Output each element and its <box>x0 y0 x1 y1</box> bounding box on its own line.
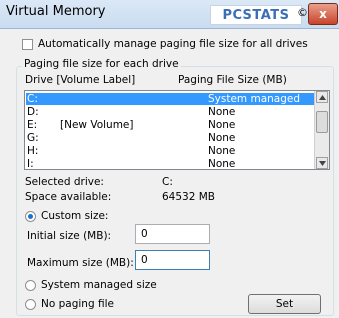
drive-letter: I: <box>27 158 34 170</box>
title-bar: Virtual Memory PC STATS © x <box>0 0 339 29</box>
pcstats-logo: PC STATS <box>210 5 302 25</box>
initial-size-input[interactable] <box>135 224 210 244</box>
no-paging-option[interactable]: No paging file <box>25 298 114 310</box>
drive-letter: E: <box>27 119 38 131</box>
custom-size-label: Custom size: <box>41 210 109 222</box>
header-paging-size: Paging File Size (MB) <box>178 74 287 86</box>
system-managed-label: System managed size <box>41 279 157 291</box>
initial-size-label: Initial size (MB): <box>27 230 112 242</box>
drive-row[interactable]: I: None <box>26 158 316 170</box>
maximum-size-label: Maximum size (MB): <box>27 257 134 269</box>
drive-row[interactable]: E: [New Volume] None <box>26 119 316 131</box>
scroll-thumb[interactable] <box>316 111 328 133</box>
logo-part-pc: PC <box>222 7 243 23</box>
space-available-label: Space available: <box>25 191 112 203</box>
drive-letter: H: <box>27 145 39 157</box>
auto-manage-label: Automatically manage paging file size fo… <box>38 38 308 50</box>
drive-paging-size: None <box>208 132 236 144</box>
system-managed-radio[interactable] <box>25 279 36 291</box>
chevron-down-icon <box>318 160 326 166</box>
drive-letter: G: <box>27 132 39 144</box>
no-paging-label: No paging file <box>41 298 114 310</box>
drive-row[interactable]: H: None <box>26 145 316 157</box>
no-paging-radio[interactable] <box>25 298 36 310</box>
header-drive: Drive [Volume Label] <box>25 74 136 86</box>
drive-row[interactable]: C: System managed <box>26 93 316 105</box>
group-legend: Paging file size for each drive <box>22 58 181 70</box>
close-icon: x <box>319 7 327 21</box>
drive-row[interactable]: D: None <box>26 106 316 118</box>
logo-part-stats: STATS <box>242 7 290 23</box>
chevron-up-icon <box>318 94 326 100</box>
copyright-symbol: © <box>297 6 308 19</box>
custom-size-radio[interactable] <box>25 210 36 222</box>
space-available-value: 64532 MB <box>162 191 216 203</box>
auto-manage-row[interactable]: Automatically manage paging file size fo… <box>22 38 308 50</box>
drive-row[interactable]: G: None <box>26 132 316 144</box>
window-title: Virtual Memory <box>6 4 106 19</box>
drive-paging-size: None <box>208 145 236 157</box>
drive-paging-size: System managed <box>208 93 301 105</box>
custom-size-option[interactable]: Custom size: <box>25 210 108 222</box>
system-managed-option[interactable]: System managed size <box>25 279 157 291</box>
scroll-up-button[interactable] <box>316 91 328 103</box>
set-button[interactable]: Set <box>248 294 321 314</box>
drive-letter: C: <box>27 93 38 105</box>
selected-drive-label: Selected drive: <box>25 176 104 188</box>
selected-drive-value: C: <box>162 176 173 188</box>
drive-letter: D: <box>27 106 39 118</box>
drive-list[interactable]: C: System managed D: None E: [New Volume… <box>24 90 330 170</box>
drive-volume-label: [New Volume] <box>60 119 134 131</box>
maximum-size-input[interactable] <box>135 250 210 270</box>
drive-paging-size: None <box>208 119 236 131</box>
close-button[interactable]: x <box>308 3 338 25</box>
drive-paging-size: None <box>208 106 236 118</box>
scroll-down-button[interactable] <box>316 157 328 169</box>
drive-paging-size: None <box>208 158 236 170</box>
list-scrollbar[interactable] <box>314 91 329 169</box>
auto-manage-checkbox[interactable] <box>22 38 33 50</box>
